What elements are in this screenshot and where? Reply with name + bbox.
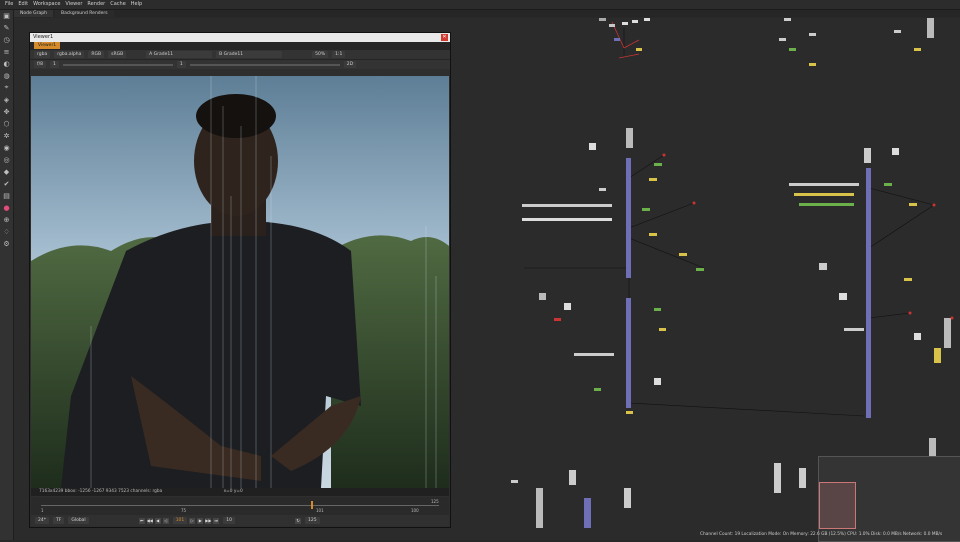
paint-icon[interactable]: ✎ [2,23,11,32]
timeline-mark-mid: 100 [411,508,419,513]
current-frame-field[interactable]: 101 [172,517,188,524]
color-icon[interactable]: ◐ [2,59,11,68]
pane-tabs: Node Graph Background Renders [14,10,960,17]
view-mode-value[interactable]: 2D [343,61,357,68]
input-a-dropdown[interactable]: A Grade11 [146,51,213,58]
channel-icon[interactable]: ≡ [2,47,11,56]
viewer-panel: Viewer1 ✕ Viewer1 rgba rgba.alpha RGB sR… [29,32,451,528]
views-icon[interactable]: ◎ [2,155,11,164]
nodes-toolbar: ▣ ✎ ◷ ≡ ◐ ◍ ⌖ ◈ ✥ ⬡ ✲ ◉ ◎ ◆ ✔ ▤ ● ⊕ ♢ ⚙ [0,10,14,540]
merge-icon[interactable]: ◈ [2,95,11,104]
fps-dropdown[interactable]: 24* [35,517,49,524]
status-bar: Channel Count: 19 Localization Mode: On … [700,532,943,537]
viewer-title: Viewer1 [33,34,54,40]
end-frame-field[interactable]: 125 [305,517,320,524]
close-icon[interactable]: ✕ [441,34,448,41]
timeline[interactable]: 1 75 101 100 125 [31,497,449,515]
timeline-end: 125 [431,499,439,504]
node-cluster-right[interactable] [789,148,951,418]
menu-viewer[interactable]: Viewer [65,0,82,9]
prev-key-icon[interactable]: ◀◀ [146,517,153,524]
first-frame-icon[interactable]: ⏮ [138,517,145,524]
cara-icon[interactable]: ⚙ [2,239,11,248]
menu-edit[interactable]: Edit [18,0,28,9]
viewer-info-bar: 7163x4239 bbox: -1256 -1267 9343 7523 ch… [31,488,449,496]
menu-workspace[interactable]: Workspace [33,0,60,9]
tab-background-renders[interactable]: Background Renders [54,10,114,17]
node-graph-minimap[interactable] [818,456,960,542]
gain-slider[interactable] [62,63,173,66]
viewer-icon[interactable]: ▣ [2,11,11,20]
tab-viewer1[interactable]: Viewer1 [34,42,61,49]
keyer-icon[interactable]: ⌖ [2,83,11,92]
channel-dropdown[interactable]: rgba [34,51,51,58]
transport-bar: 24* TF Global ⏮ ◀◀ ◀ ◁ 101 ▷ ▶ ▶▶ ⏭ 10 ↻… [31,515,449,526]
next-key-icon[interactable]: ▶▶ [205,517,211,524]
gamma-value[interactable]: 1 [176,61,186,68]
3d-icon[interactable]: ⬡ [2,119,11,128]
proxy-dropdown[interactable]: 1:1 [332,51,346,58]
toolsets-icon[interactable]: ✔ [2,179,11,188]
viewer-controls-row2: f/8 1 1 2D [30,59,450,69]
viewer-controls-row1: rgba rgba.alpha RGB sRGB A Grade11 B Gra… [30,49,450,59]
colorspace-dropdown[interactable]: RGB [88,51,105,58]
filter-icon[interactable]: ◍ [2,71,11,80]
menu-help[interactable]: Help [131,0,142,9]
image-info: 7163x4239 bbox: -1256 -1267 9343 7523 ch… [39,489,163,494]
deep-icon[interactable]: ◉ [2,143,11,152]
node-cluster-top[interactable] [599,18,650,51]
timeline-current: 101 [316,508,324,513]
input-b-dropdown[interactable]: B Grade11 [216,51,283,58]
furnace-icon[interactable]: ● [2,203,11,212]
transform-icon[interactable]: ✥ [2,107,11,116]
loop-icon[interactable]: ↻ [295,517,302,524]
tab-node-graph[interactable]: Node Graph [14,10,53,17]
play-back-icon[interactable]: ◁ [162,517,169,524]
alpha-dropdown[interactable]: rgba.alpha [54,51,85,58]
node-cluster-lower-left[interactable] [539,293,666,414]
viewer-image[interactable] [31,76,449,488]
menu-cache[interactable]: Cache [110,0,126,9]
menu-bar: File Edit Workspace Viewer Render Cache … [0,0,960,10]
node-cluster-topright[interactable] [779,18,934,66]
photo-rain-portrait [31,76,449,488]
last-frame-icon[interactable]: ⏭ [213,517,220,524]
plugin-icon[interactable]: ♢ [2,227,11,236]
timeline-mark-left: 75 [181,508,187,513]
timeline-start: 1 [41,508,44,513]
gain-value[interactable]: 1 [49,61,59,68]
display-dropdown[interactable]: sRGB [108,51,127,58]
particle-icon[interactable]: ✲ [2,131,11,140]
menu-file[interactable]: File [5,0,13,9]
clock-icon[interactable]: ◷ [2,35,11,44]
viewer-titlebar: Viewer1 ✕ [30,33,450,42]
viewer-tab-bar: Viewer1 [30,42,450,49]
prev-frame-icon[interactable]: ◀ [154,517,161,524]
node-cluster-middle-left[interactable] [522,128,704,278]
metadata-icon[interactable]: ◆ [2,167,11,176]
minimap-viewport[interactable] [819,482,856,529]
menu-render[interactable]: Render [87,0,105,9]
zoom-dropdown[interactable]: 50% [312,51,329,58]
ocio-icon[interactable]: ⊕ [2,215,11,224]
tf-dropdown[interactable]: TF [52,517,65,524]
other-icon[interactable]: ▤ [2,191,11,200]
increment-field[interactable]: 10 [223,517,236,524]
next-frame-icon[interactable]: ▶ [197,517,204,524]
timeline-track[interactable] [41,505,439,506]
timeline-playhead[interactable] [311,501,313,509]
play-forward-icon[interactable]: ▷ [189,517,196,524]
gain-label[interactable]: f/8 [34,61,46,68]
cursor-coords: x=0 y=0 [223,489,243,494]
global-dropdown[interactable]: Global [68,517,89,524]
gamma-slider[interactable] [189,63,340,66]
